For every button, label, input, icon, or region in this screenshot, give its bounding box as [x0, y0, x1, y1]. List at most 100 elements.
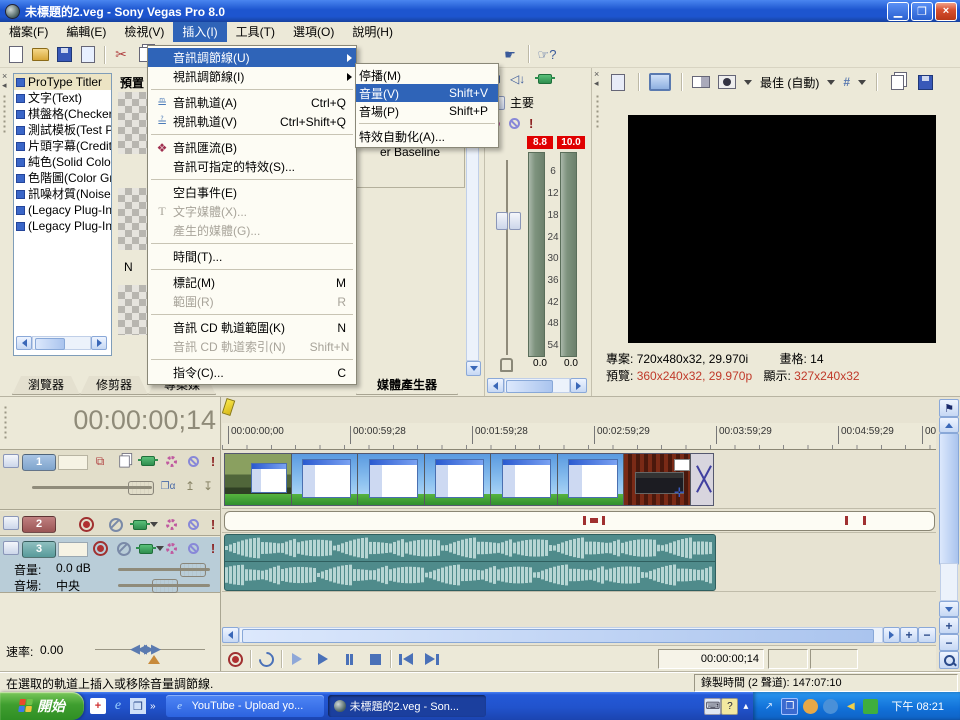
master-fader-handle[interactable]: [496, 212, 521, 230]
external-monitor-icon[interactable]: [649, 73, 671, 91]
menu-item-video-envelopes[interactable]: 視訊調節線(I): [148, 67, 356, 86]
pan-slider[interactable]: [118, 584, 210, 587]
save-frame-icon[interactable]: [915, 72, 935, 92]
list-item[interactable]: 色階圖(Color Gra: [14, 170, 111, 186]
scroll-up-button[interactable]: [939, 417, 959, 433]
track1-bypass-icon[interactable]: [185, 453, 201, 469]
track-motion-icon[interactable]: ⧉: [92, 453, 108, 469]
track3-number[interactable]: 3: [22, 541, 56, 558]
zoom-in-track-button[interactable]: +: [939, 617, 959, 634]
track1-name-field[interactable]: [58, 455, 88, 470]
track2-gear-icon[interactable]: [163, 516, 179, 532]
play-from-start-button[interactable]: [284, 648, 310, 670]
list-item[interactable]: 訊噪材質(Noise: [14, 186, 111, 202]
menu-item-cd-track-index[interactable]: 音訊 CD 軌道索引(N)Shift+N: [148, 337, 356, 356]
track3-bypass-icon[interactable]: [185, 540, 201, 556]
audio-event[interactable]: [224, 534, 716, 591]
tray-update-icon[interactable]: [823, 699, 838, 714]
menu-item-time[interactable]: 時間(T)...: [148, 247, 356, 266]
menu-item-text-media[interactable]: T文字媒體(X)...: [148, 202, 356, 221]
submenu-item-fx-automation[interactable]: 特效自動化(A)...: [356, 127, 498, 145]
menu-view[interactable]: 檢視(V): [115, 22, 173, 42]
save-project-icon[interactable]: [54, 45, 74, 65]
menu-item-command[interactable]: 指令(C)...C: [148, 363, 356, 382]
mixer-solo-icon[interactable]: !: [529, 116, 533, 131]
timeline-horizontal-scrollbar[interactable]: + −: [222, 627, 936, 643]
menu-edit[interactable]: 編輯(E): [57, 22, 115, 42]
restore-button[interactable]: ❐: [911, 2, 933, 21]
menu-item-region[interactable]: 範圍(R)R: [148, 292, 356, 311]
track-header-1[interactable]: 1 ⧉ ! ❐α ↥ ↧: [0, 449, 220, 510]
project-properties-icon[interactable]: [608, 72, 628, 92]
menu-item-empty-event[interactable]: 空白事件(E): [148, 183, 356, 202]
go-to-end-button[interactable]: [419, 648, 445, 670]
menu-item-audio-bus[interactable]: ❖音訊匯流(B): [148, 138, 356, 157]
volume-slider[interactable]: [118, 568, 210, 571]
track2-fx-icon[interactable]: [132, 517, 148, 533]
mixer-bypass-icon[interactable]: [509, 118, 520, 129]
zoom-out-time-button[interactable]: −: [918, 627, 936, 643]
menu-tools[interactable]: 工具(T): [227, 22, 284, 42]
scroll-right-button[interactable]: [883, 627, 900, 643]
menu-item-assignable-fx[interactable]: 音訊可指定的特效(S)...: [148, 157, 356, 176]
crossfade-region[interactable]: [691, 454, 713, 505]
zoom-out-track-button[interactable]: −: [939, 634, 959, 651]
normal-edit-tool-icon[interactable]: ☛: [500, 45, 520, 65]
list-horizontal-scrollbar[interactable]: [16, 336, 107, 350]
track1-number[interactable]: 1: [22, 454, 56, 471]
menu-item-cd-track-region[interactable]: 音訊 CD 軌道範圍(K)N: [148, 318, 356, 337]
submenu-item-mute[interactable]: 停播(M): [356, 66, 498, 84]
track3-arm-record-icon[interactable]: [92, 540, 108, 556]
menu-item-generated-media[interactable]: 產生的媒體(G)...: [148, 221, 356, 240]
track1-fx-icon[interactable]: [140, 453, 156, 469]
taskbar-clock[interactable]: 下午 08:21: [883, 698, 952, 714]
track2-fx-dropdown[interactable]: [150, 522, 158, 527]
grid-dropdown-arrow[interactable]: [858, 80, 866, 85]
track1-grip[interactable]: [3, 454, 19, 468]
stop-button[interactable]: [362, 648, 388, 670]
scroll-down-button[interactable]: [939, 601, 959, 617]
tab-media-generators[interactable]: 媒體產生器: [356, 376, 458, 395]
tab-trimmer[interactable]: 修剪器: [80, 376, 148, 395]
menu-item-video-track[interactable]: ≟視訊軌道(V)Ctrl+Shift+Q: [148, 112, 356, 131]
track-header-3[interactable]: 3 ! 音量: 0.0 dB 音場: 中央: [0, 537, 220, 593]
video-track-lane[interactable]: ✛: [222, 451, 936, 509]
list-item[interactable]: ProType Titler: [14, 74, 111, 90]
track3-grip[interactable]: [3, 541, 19, 555]
vscroll-thumb[interactable]: [939, 433, 959, 565]
open-project-icon[interactable]: [30, 45, 50, 65]
overlay-dropdown-arrow[interactable]: [744, 80, 752, 85]
overlay-icon[interactable]: [718, 75, 736, 89]
track2-lane[interactable]: [222, 510, 936, 533]
list-item[interactable]: (Legacy Plug-In: [14, 218, 111, 234]
ie-quicklaunch-icon[interactable]: e: [110, 698, 126, 714]
split-screen-icon[interactable]: [692, 76, 710, 88]
peak-value-right[interactable]: 10.0: [557, 136, 585, 149]
zoom-tool-button[interactable]: [939, 651, 959, 669]
show-desktop-icon[interactable]: ❐: [130, 698, 146, 714]
transport-timecode[interactable]: 00:00:00;14: [658, 649, 764, 669]
track2-bypass-icon[interactable]: [185, 516, 201, 532]
menu-help[interactable]: 說明(H): [343, 22, 402, 42]
marker-tool-button[interactable]: ⚑: [939, 399, 959, 417]
audio-track-lane[interactable]: [222, 533, 936, 592]
track2-arm-record-icon[interactable]: [78, 516, 94, 532]
track3-name-field[interactable]: [58, 542, 88, 557]
ime-help-icon[interactable]: ?: [721, 698, 738, 715]
timeline-grip-dots[interactable]: [3, 405, 9, 439]
list-item[interactable]: 測試模板(Test P: [14, 122, 111, 138]
track3-solo-icon[interactable]: !: [205, 540, 221, 556]
play-button[interactable]: [310, 648, 336, 670]
shuttle-center-marker[interactable]: [148, 655, 160, 664]
start-button[interactable]: 開始: [0, 692, 84, 720]
preview-quality-label[interactable]: 最佳 (自動): [760, 74, 819, 91]
menu-item-marker[interactable]: 標記(M)M: [148, 273, 356, 292]
list-item[interactable]: 片頭字幕(Credit: [14, 138, 111, 154]
menu-insert[interactable]: 插入(I): [173, 22, 226, 42]
quick-launch-expand-icon[interactable]: »: [150, 701, 156, 712]
new-project-icon[interactable]: [6, 45, 26, 65]
task-button-vegas[interactable]: 未標題的2.veg - Son...: [328, 695, 486, 717]
tray-volume-icon[interactable]: ◀: [843, 699, 858, 714]
peak-value-left[interactable]: 8.8: [527, 136, 553, 149]
fader-lock-icon[interactable]: [500, 358, 513, 372]
